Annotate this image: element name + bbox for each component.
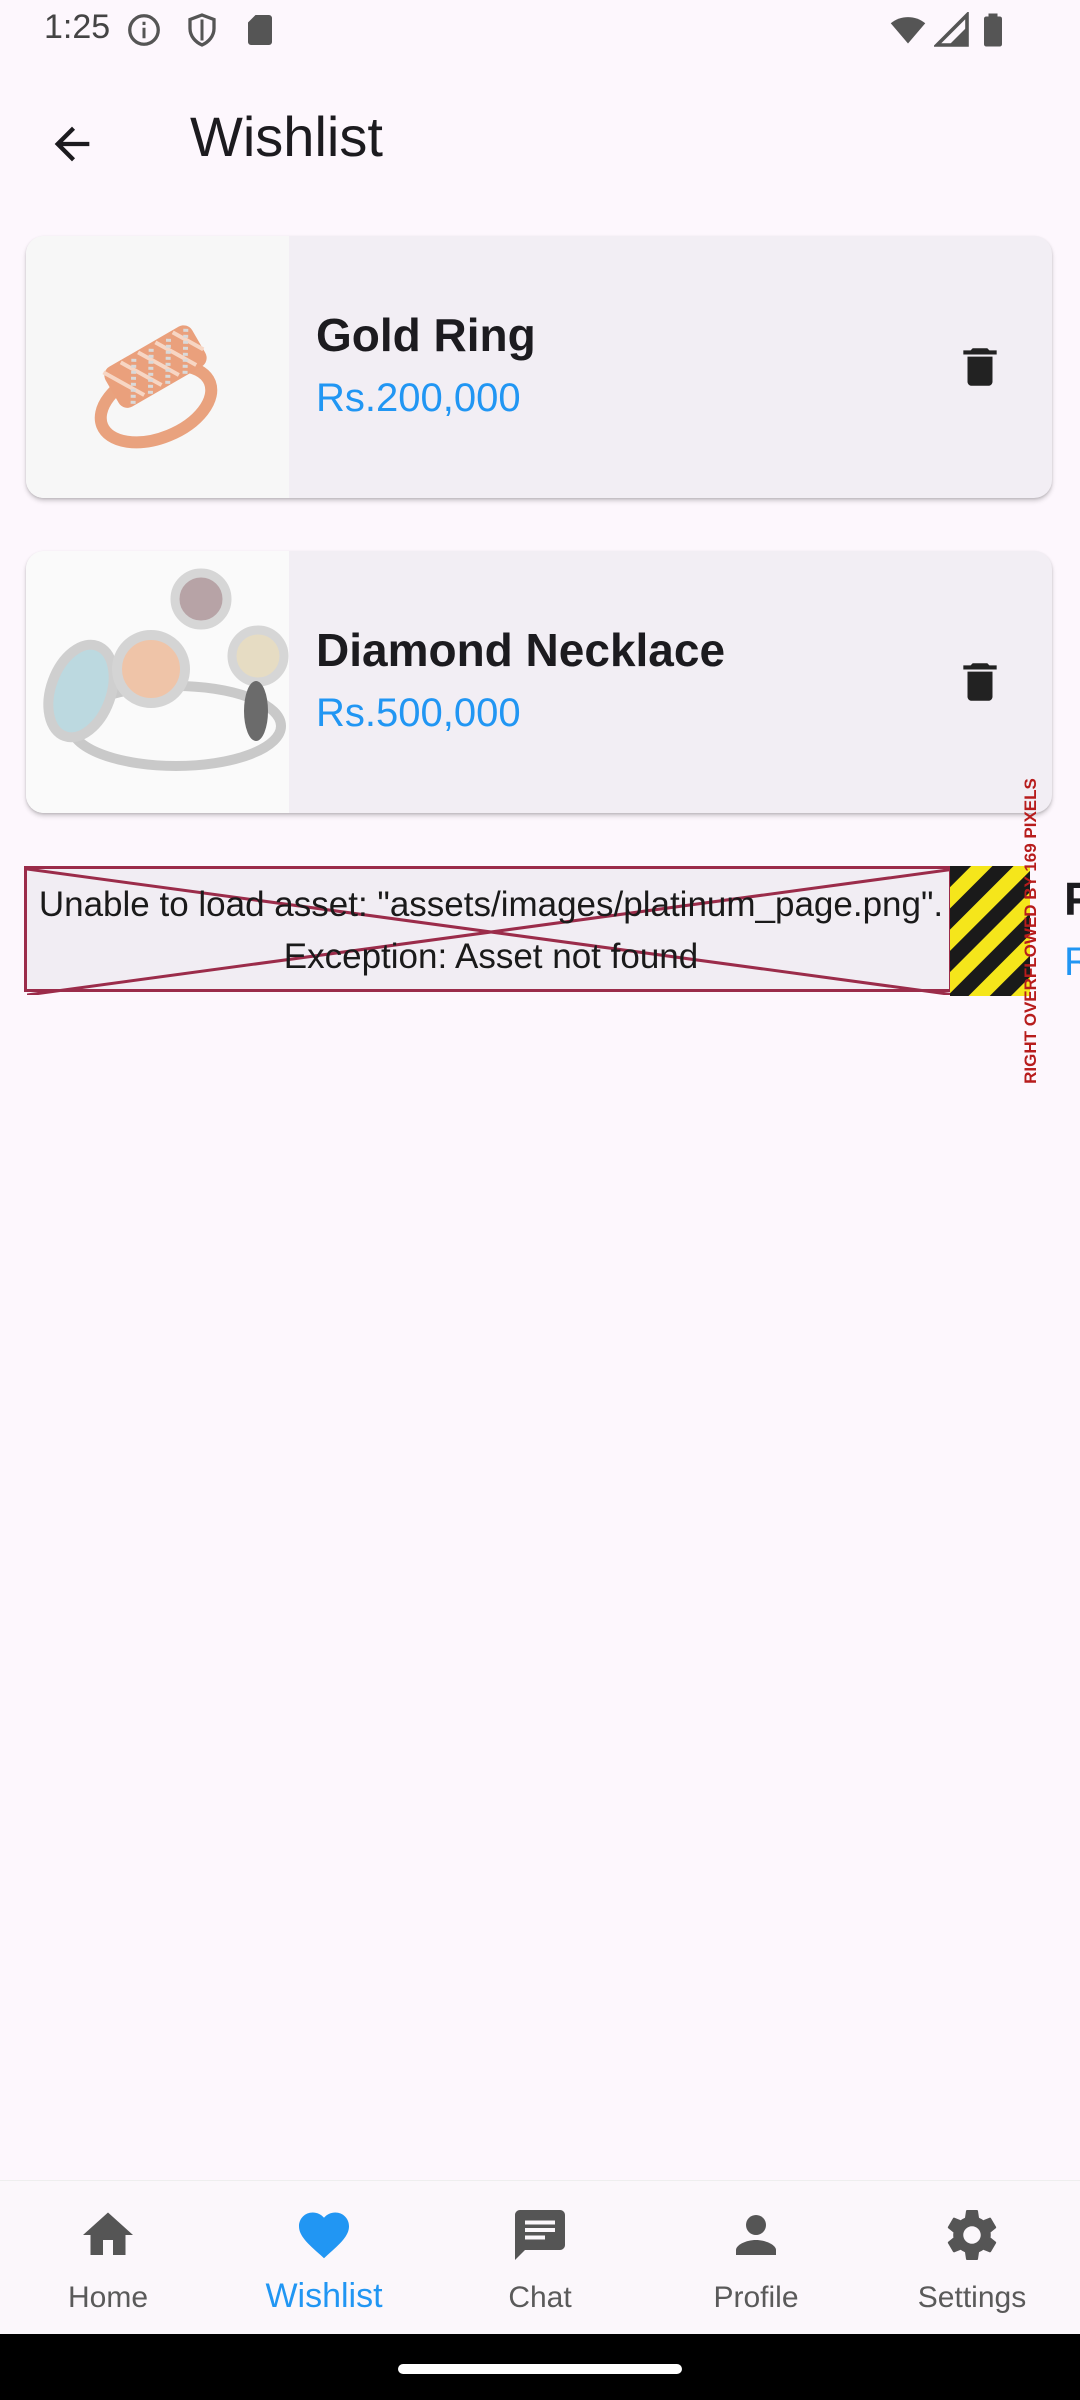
nav-chat-label: Chat xyxy=(508,2281,572,2314)
wishlist-card[interactable]: Gold Ring Rs.200,000 xyxy=(26,236,1052,498)
heart-icon xyxy=(299,2212,349,2259)
clipped-product-price: R xyxy=(1064,940,1080,984)
delete-button[interactable] xyxy=(944,646,1016,718)
nav-settings-label: Settings xyxy=(917,2281,1027,2314)
arrow-back-icon xyxy=(54,126,90,162)
status-time: 1:25 xyxy=(44,8,111,46)
product-image xyxy=(26,551,289,813)
nav-profile[interactable]: Profile xyxy=(648,2181,864,2335)
nav-chat[interactable]: Chat xyxy=(432,2181,648,2335)
gesture-handle[interactable] xyxy=(398,2364,682,2374)
product-price: Rs.200,000 xyxy=(316,376,521,420)
back-button[interactable] xyxy=(30,102,114,186)
page-title: Wishlist xyxy=(190,105,383,168)
nav-wishlist[interactable]: Wishlist xyxy=(216,2181,432,2335)
nav-home[interactable]: Home xyxy=(0,2181,216,2335)
trash-icon xyxy=(963,663,997,701)
battery-icon xyxy=(984,13,1002,47)
wifi-icon xyxy=(890,17,926,44)
broken-wishlist-item: Unable to load asset: "assets/images/pla… xyxy=(24,866,1080,996)
image-error-box: Unable to load asset: "assets/images/pla… xyxy=(24,866,955,995)
nav-profile-label: Profile xyxy=(713,2281,799,2314)
wishlist-card[interactable]: Diamond Necklace Rs.500,000 xyxy=(26,551,1052,813)
error-line-2: Exception: Asset not found xyxy=(283,937,699,976)
product-name: Diamond Necklace xyxy=(316,624,726,676)
clipped-product-name: P xyxy=(1064,873,1080,925)
app-bar: Wishlist xyxy=(0,70,1080,200)
error-message: Unable to load asset: "assets/images/pla… xyxy=(27,879,955,983)
sd-card-icon xyxy=(248,15,272,45)
error-line-1: Unable to load asset: "assets/images/pla… xyxy=(38,885,944,924)
product-name: Gold Ring xyxy=(316,309,536,361)
trash-icon xyxy=(963,348,997,386)
chat-icon xyxy=(515,2210,565,2260)
overflow-warning: RIGHT OVERFLOWED BY 169 PIXELS xyxy=(1016,766,1046,1096)
home-icon xyxy=(83,2212,133,2255)
product-image xyxy=(26,236,289,498)
status-bar: 1:25 xyxy=(0,0,1080,60)
gear-icon xyxy=(947,2210,997,2260)
delete-button[interactable] xyxy=(944,331,1016,403)
nav-settings[interactable]: Settings xyxy=(864,2181,1080,2335)
overflow-warning-text: RIGHT OVERFLOWED BY 169 PIXELS xyxy=(1021,778,1040,1084)
person-icon xyxy=(736,2215,776,2255)
bottom-navigation: Home Wishlist Chat Profile Settings xyxy=(0,2180,1080,2335)
product-price: Rs.500,000 xyxy=(316,691,521,735)
signal-icon xyxy=(934,12,969,47)
shield-icon xyxy=(188,13,216,47)
nav-wishlist-label: Wishlist xyxy=(265,2277,383,2315)
nav-home-label: Home xyxy=(67,2281,149,2314)
info-icon xyxy=(128,14,160,46)
system-navigation-bar xyxy=(0,2334,1080,2400)
